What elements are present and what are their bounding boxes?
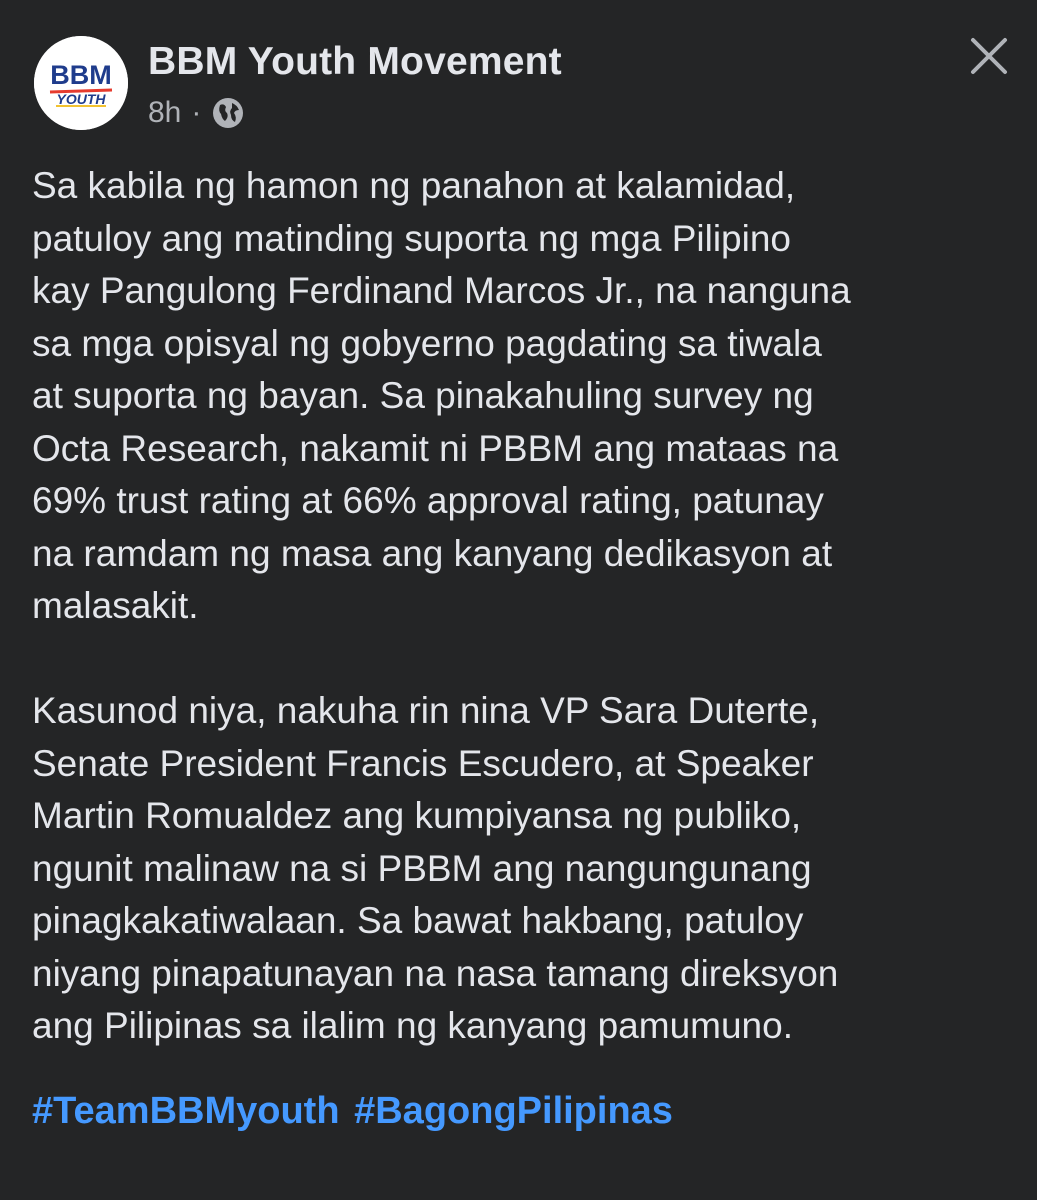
post-paragraph-2: Kasunod niya, nakuha rin nina VP Sara Du… <box>32 690 839 1046</box>
bbm-youth-logo: BBM YOUTH <box>34 36 128 130</box>
page-avatar[interactable]: BBM YOUTH <box>34 36 128 130</box>
hashtag-row: #TeamBBMyouth #BagongPilipinas <box>32 1090 677 1133</box>
close-button[interactable] <box>969 36 1009 76</box>
hashtag-teambbmyouth[interactable]: #TeamBBMyouth <box>32 1090 340 1132</box>
post-header: BBM YOUTH BBM Youth Movement 8h · <box>34 36 1037 136</box>
hashtag-bagongpilipinas[interactable]: #BagongPilipinas <box>354 1090 673 1132</box>
svg-text:YOUTH: YOUTH <box>57 91 107 107</box>
post-paragraph-1: Sa kabila ng hamon ng panahon at kalamid… <box>32 165 851 626</box>
globe-icon <box>211 96 245 130</box>
close-icon <box>971 38 1007 74</box>
svg-text:BBM: BBM <box>50 60 112 90</box>
post-meta: 8h · <box>148 96 245 130</box>
meta-separator: · <box>191 96 202 129</box>
post-body: Sa kabila ng hamon ng panahon at kalamid… <box>32 160 1012 1105</box>
page-name[interactable]: BBM Youth Movement <box>148 40 562 84</box>
post-container: BBM YOUTH BBM Youth Movement 8h · Sa kab… <box>0 0 1037 1200</box>
post-timestamp[interactable]: 8h <box>148 96 181 130</box>
